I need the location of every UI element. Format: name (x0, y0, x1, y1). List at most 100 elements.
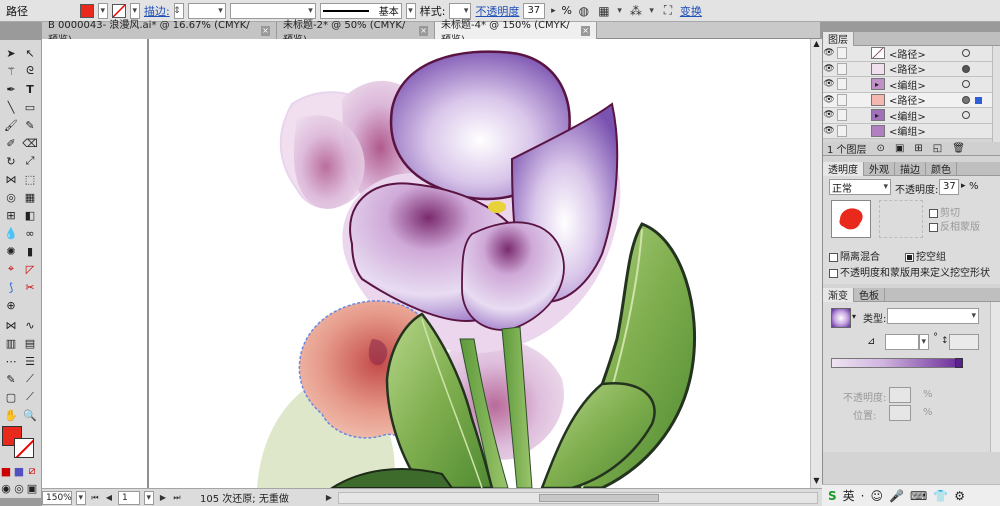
color-mode-icon[interactable]: ■ (0, 464, 12, 478)
target-icon[interactable] (962, 49, 970, 58)
lock-toggle[interactable] (837, 93, 847, 106)
transform-link[interactable]: 变换 (680, 3, 702, 19)
punctuation-icon[interactable]: · (861, 489, 865, 503)
expand-arrow-icon[interactable]: ▸ (875, 80, 879, 89)
gradient-opacity-input[interactable] (889, 387, 911, 403)
knockout-group-checkbox[interactable]: 挖空组 (905, 248, 946, 263)
lock-toggle[interactable] (837, 109, 847, 122)
blob-brush-tool-icon[interactable]: ✐ (2, 136, 20, 150)
crystallize-tool-icon[interactable]: ⋯ (2, 354, 20, 368)
gradient-preview-arrow-icon[interactable]: ▾ (852, 312, 856, 321)
align-dropdown[interactable]: ▾ (616, 3, 624, 19)
lock-toggle[interactable] (837, 78, 847, 91)
keyboard-icon[interactable]: ⌨ (910, 489, 927, 503)
blend-mode-dropdown[interactable]: 正常 ▾ (829, 179, 891, 195)
close-icon[interactable]: × (581, 25, 590, 36)
smile-icon[interactable]: ☺ (871, 489, 884, 503)
opacity-mask-knockout-checkbox[interactable]: 不透明度和蒙版用来定义挖空形状 (829, 264, 990, 279)
horizontal-scrollbar[interactable] (338, 491, 818, 504)
last-page-icon[interactable]: ⏭ (172, 490, 182, 506)
artboard-alt-icon[interactable]: ▢ (2, 390, 20, 404)
slice-tool-icon[interactable]: ◸ (21, 262, 39, 276)
stroke-color-box[interactable] (14, 438, 34, 458)
rectangle-tool-icon[interactable]: ▭ (21, 100, 39, 114)
gradient-slider-bar[interactable] (831, 358, 961, 368)
tab-stroke[interactable]: 描边 (895, 161, 926, 176)
vertical-scrollbar[interactable]: ▲ ▼ (810, 39, 822, 488)
prev-page-icon[interactable]: ◀ (104, 490, 114, 506)
magic-wand-tool-icon[interactable]: ⚚ (2, 64, 20, 78)
draw-normal-icon[interactable]: ◉ (0, 481, 12, 495)
type-tool-icon[interactable]: T (21, 82, 39, 96)
graph-tool-icon[interactable]: ▥ (2, 336, 20, 350)
status-menu-icon[interactable]: ▶ (324, 490, 334, 506)
mesh-tool-icon[interactable]: ⊞ (2, 208, 20, 222)
page-input[interactable]: 1 (118, 490, 140, 505)
target-icon[interactable] (962, 64, 970, 73)
first-page-icon[interactable]: ⏮ (90, 490, 100, 506)
eye-icon[interactable]: 👁 (823, 110, 835, 120)
rotate-tool-icon[interactable]: ↻ (2, 154, 20, 168)
locate-object-icon[interactable]: ⊙ (877, 143, 885, 154)
gradient-location-input[interactable] (889, 405, 911, 421)
eye-icon[interactable]: 👁 (823, 48, 835, 58)
eye-icon[interactable]: 👁 (823, 64, 835, 74)
layers-scrollbar[interactable] (992, 46, 1000, 142)
pansy-illustration[interactable] (42, 39, 810, 488)
lock-toggle[interactable] (837, 47, 847, 60)
gradient-angle-input[interactable] (885, 334, 919, 350)
tab-gradient[interactable]: 渐变 (823, 287, 854, 302)
paintbrush-tool-icon[interactable]: 🖌 (2, 118, 20, 132)
ime-language-label[interactable]: 英 (843, 487, 855, 504)
eye-icon[interactable]: 👁 (823, 79, 835, 89)
object-thumbnail[interactable] (831, 200, 871, 238)
ime-logo-icon[interactable]: S (828, 489, 837, 503)
scissors-tool-icon[interactable]: ✂ (21, 280, 39, 294)
make-clipping-mask-icon[interactable]: ▣ (895, 143, 904, 154)
width-tool-icon[interactable]: ⋈ (2, 172, 20, 186)
isolate-blend-checkbox[interactable]: 隔离混合 (829, 248, 880, 263)
invert-mask-checkbox[interactable]: 反相蒙版 (929, 218, 980, 233)
tab-transparency[interactable]: 透明度 (823, 161, 864, 176)
gradient-angle-dropdown[interactable]: ▾ (919, 334, 929, 350)
transparency-opacity-input[interactable]: 37 (939, 179, 959, 195)
tab-layers[interactable]: 图层 (823, 31, 854, 46)
artboard-canvas[interactable] (42, 39, 810, 488)
layer-row[interactable]: 👁 <路径> (823, 92, 1000, 108)
zoom-input[interactable]: 150% (42, 490, 72, 505)
horizontal-scroll-thumb[interactable] (539, 493, 659, 502)
new-layer-icon[interactable]: ◱ (933, 143, 942, 154)
tab-document-3[interactable]: 未标题-4* @ 150% (CMYK/预览) × (435, 20, 597, 46)
list-tool-icon[interactable]: ☰ (21, 354, 39, 368)
lock-toggle[interactable] (837, 62, 847, 75)
select-similar-icon[interactable]: ⁂ (628, 3, 644, 19)
column-graph-tool-icon[interactable]: ▮ (21, 244, 39, 258)
delete-layer-icon[interactable]: 🗑 (952, 143, 965, 154)
page-dropdown[interactable]: ▾ (144, 490, 154, 505)
tab-document-1[interactable]: B 0000043- 浪漫风.ai* @ 16.67% (CMYK/预览) × (42, 20, 277, 46)
tools-icon[interactable]: ⚙ (954, 489, 965, 503)
tab-document-2[interactable]: 未标题-2* @ 50% (CMYK/预览) × (277, 20, 435, 46)
close-icon[interactable]: × (260, 25, 270, 36)
select-similar-dropdown[interactable]: ▾ (648, 3, 656, 19)
opacity-arrow-icon[interactable]: ▸ (961, 181, 966, 191)
zoom-tool-icon[interactable]: 🔍 (21, 408, 39, 422)
close-icon[interactable]: × (419, 25, 428, 36)
target-icon[interactable] (962, 80, 970, 89)
zoom-dropdown[interactable]: ▾ (76, 490, 86, 505)
screen-mode-icon[interactable]: ▣ (26, 481, 38, 495)
lasso-tool-icon[interactable]: ᘓ (21, 64, 39, 78)
scale-tool-icon[interactable]: ⤢ (21, 154, 39, 168)
knife-tool-icon[interactable]: ⟆ (2, 280, 20, 294)
eye-icon[interactable]: 👁 (823, 95, 835, 105)
layer-row[interactable]: 👁 <路径> (823, 61, 1000, 77)
recolor-artwork-icon[interactable]: ◍ (576, 3, 592, 19)
symbol-sprayer-tool-icon[interactable]: ✺ (2, 244, 20, 258)
warp-tool-icon[interactable]: ⋈ (2, 318, 20, 332)
gradient-preview-swatch[interactable] (831, 308, 851, 328)
new-sublayer-icon[interactable]: ⊞ (914, 143, 922, 154)
pencil-tool-icon[interactable]: ✎ (21, 118, 39, 132)
tab-appearance[interactable]: 外观 (864, 161, 895, 176)
artboard-tool-icon[interactable]: ⌖ (2, 262, 20, 276)
skin-icon[interactable]: 👕 (933, 489, 948, 503)
